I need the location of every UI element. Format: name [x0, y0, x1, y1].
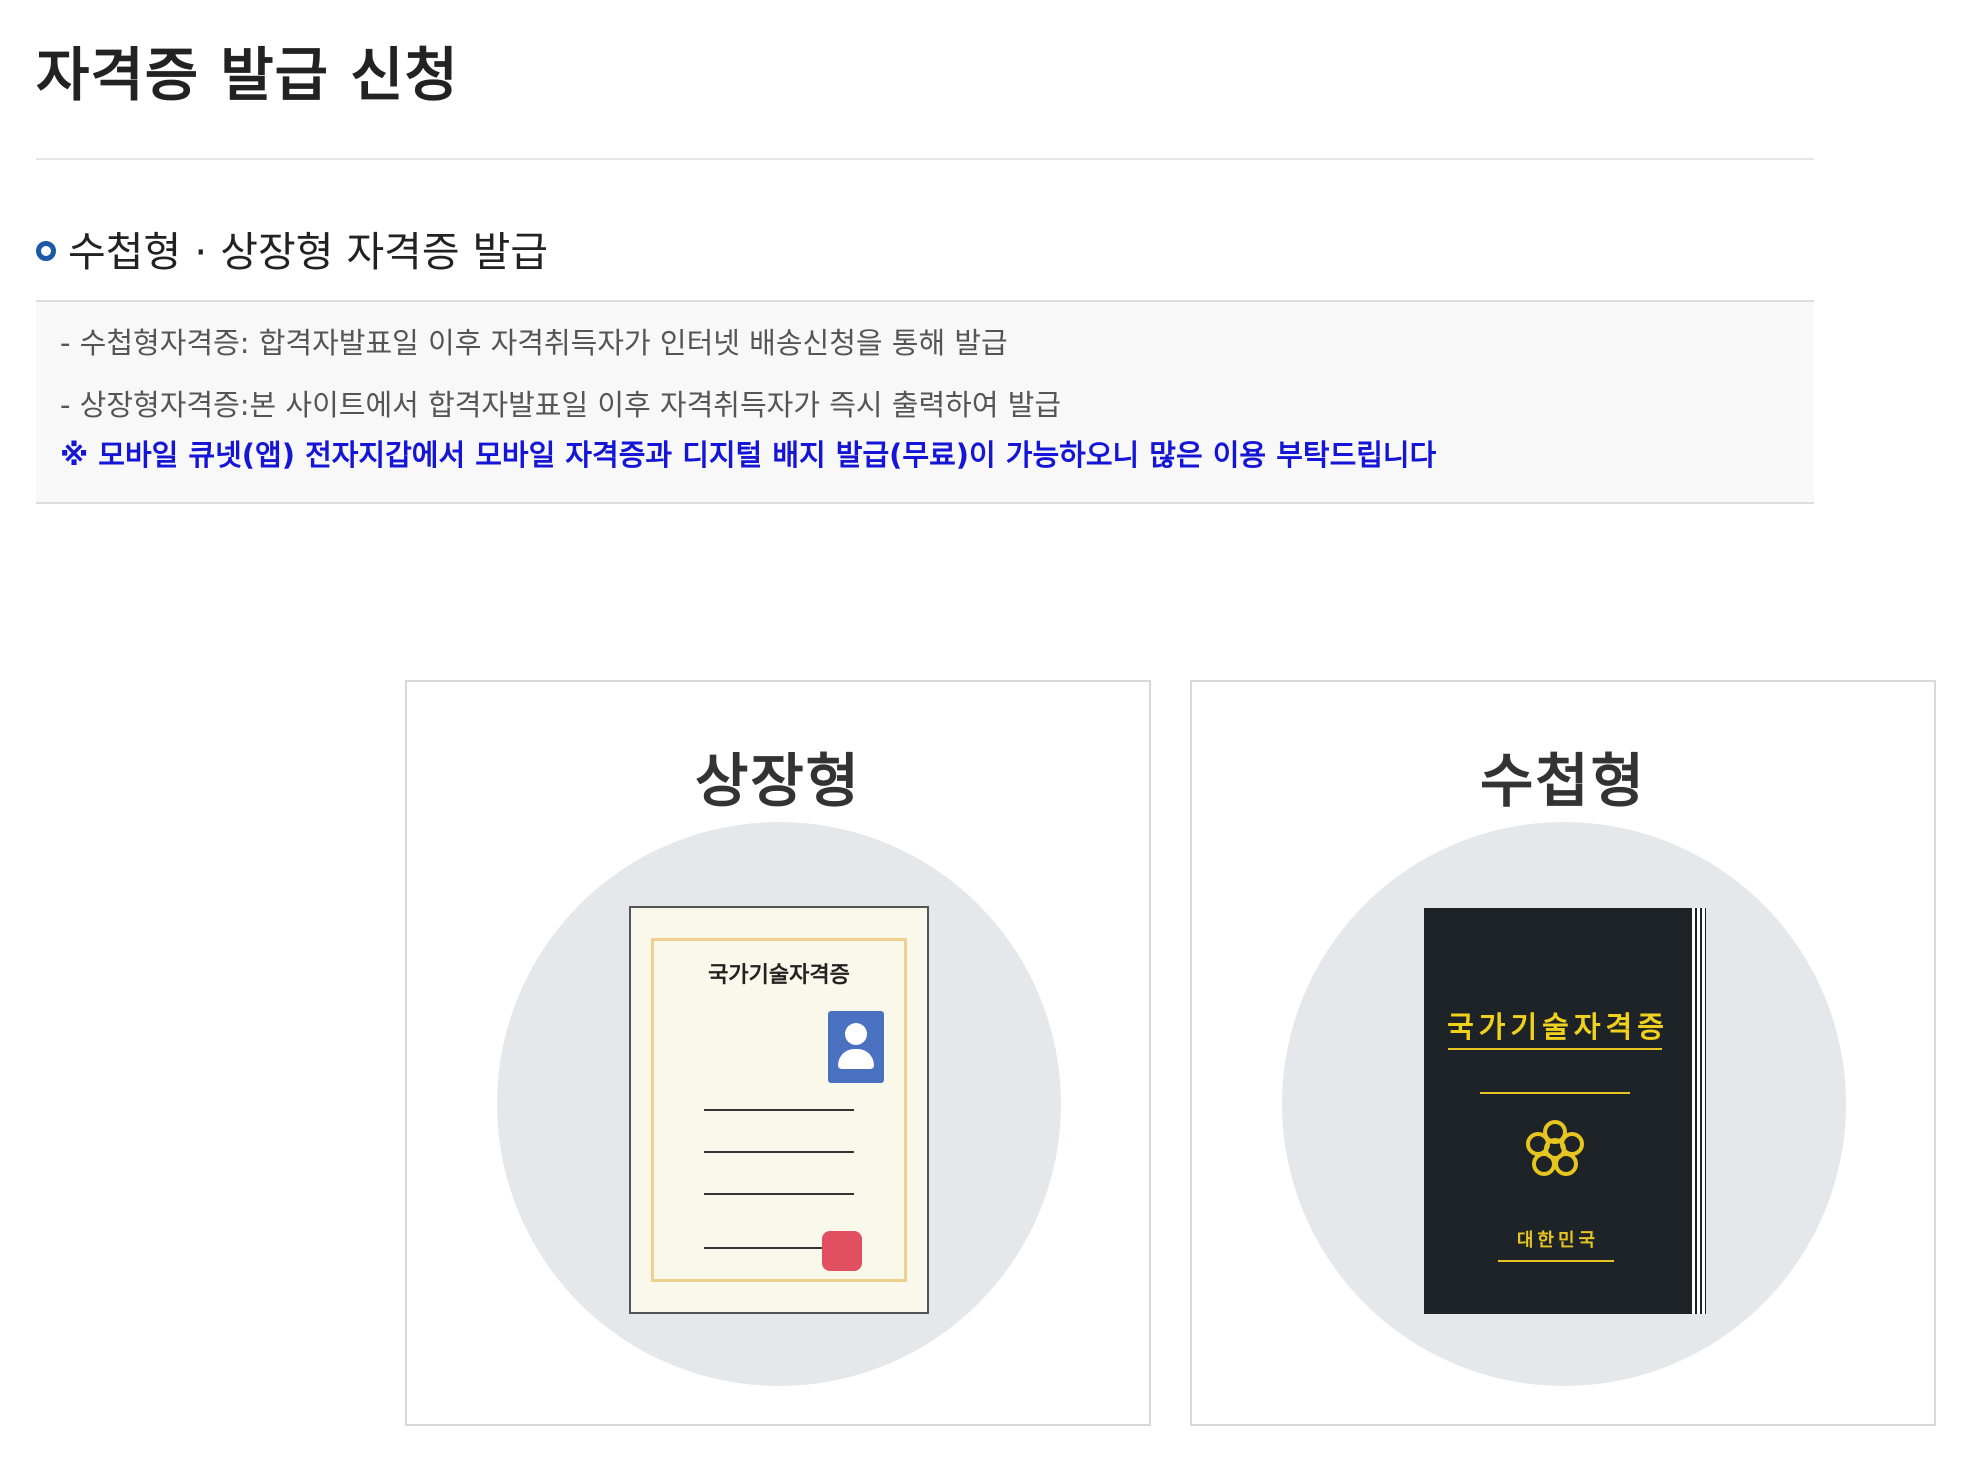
booklet-country-label: 대한민국 — [1516, 1230, 1600, 1251]
info-box: - 수첩형자격증: 합격자발표일 이후 자격취득자가 인터넷 배송신청을 통해 … — [36, 300, 1814, 504]
national-emblem-icon — [1526, 1120, 1584, 1176]
certificate-line — [704, 1109, 854, 1111]
card-title: 수첩형 — [1479, 747, 1647, 815]
booklet-divider — [1480, 1092, 1630, 1094]
booklet-bottom-line — [1498, 1260, 1614, 1262]
bullet-circle-icon — [36, 241, 56, 261]
info-booklet-description: - 수첩형자격증: 합격자발표일 이후 자격취득자가 인터넷 배송신청을 통해 … — [60, 326, 1008, 360]
booklet-icon: 국가기술자격증 대한민국 — [1424, 908, 1706, 1314]
card-title: 상장형 — [694, 747, 862, 815]
page: 자격증 발급 신청 수첩형 · 상장형 자격증 발급 - 수첩형자격증: 합격자… — [0, 0, 1971, 1473]
booklet-type-card[interactable]: 수첩형 국가기술자격증 대한민국 — [1190, 680, 1936, 1426]
certificate-heading: 국가기술자격증 — [708, 963, 850, 988]
certificate-line — [704, 1151, 854, 1153]
title-divider — [36, 158, 1814, 160]
page-title: 자격증 발급 신청 — [36, 41, 459, 109]
section-heading: 수첩형 · 상장형 자격증 발급 — [36, 218, 548, 278]
info-certificate-description: - 상장형자격증:본 사이트에서 합격자발표일 이후 자격취득자가 즉시 출력하… — [60, 388, 1062, 422]
certificate-line — [704, 1193, 854, 1195]
booklet-page-edges — [1692, 908, 1706, 1314]
certificate-type-card[interactable]: 상장형 국가기술자격증 — [405, 680, 1151, 1426]
mobile-app-notice: ※ 모바일 큐넷(앱) 전자지갑에서 모바일 자격증과 디지털 배지 발급(무료… — [60, 438, 1437, 472]
section-title: 수첩형 · 상장형 자격증 발급 — [68, 228, 549, 276]
booklet-heading: 국가기술자격증 — [1447, 1010, 1669, 1044]
seal-stamp-icon — [822, 1231, 862, 1271]
certificate-frame: 국가기술자격증 — [651, 938, 907, 1282]
profile-photo-icon — [828, 1011, 884, 1083]
certificate-icon: 국가기술자격증 — [629, 906, 929, 1314]
booklet-underline — [1448, 1048, 1662, 1050]
